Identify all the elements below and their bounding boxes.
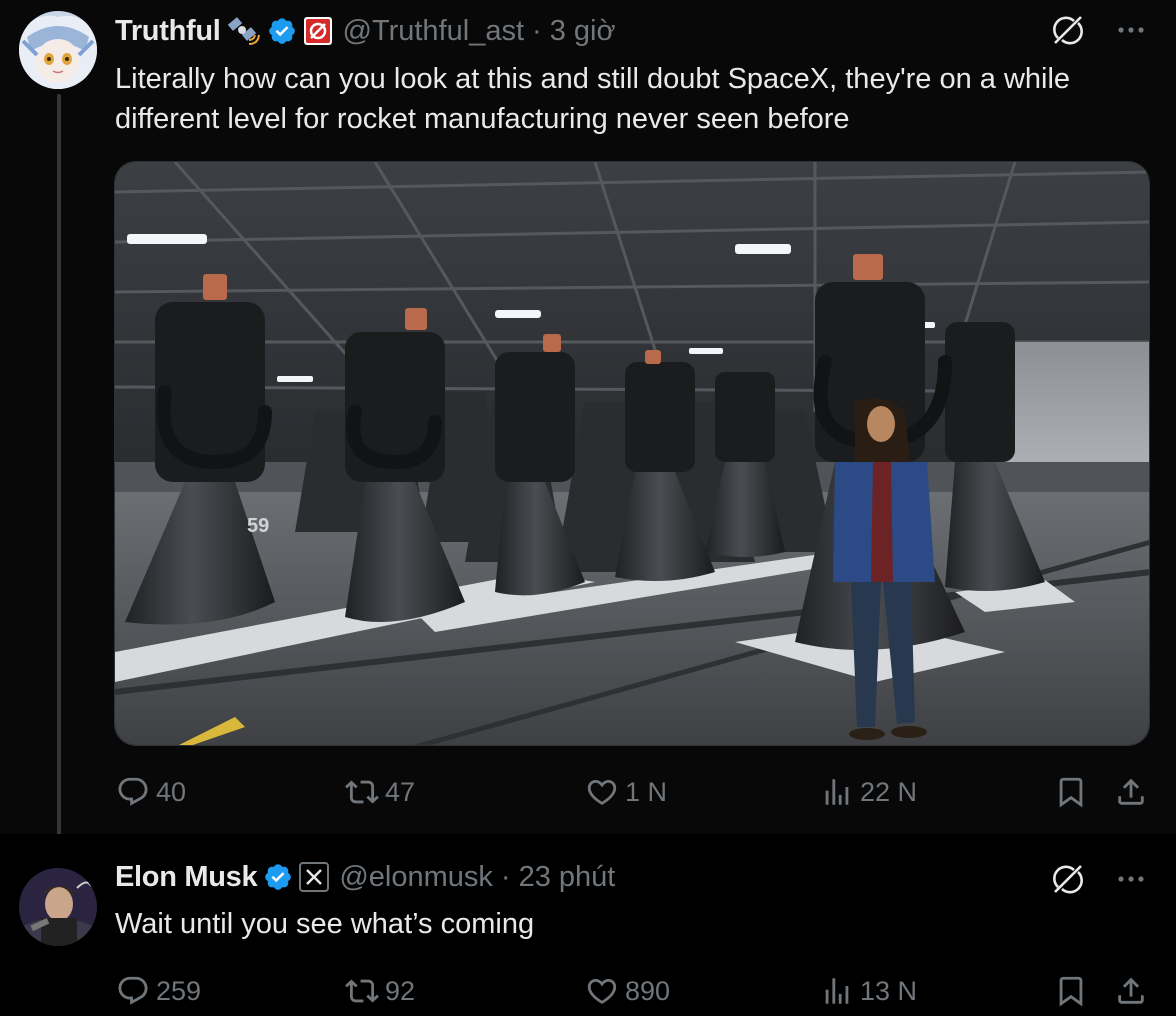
more-dots-icon[interactable] — [1116, 864, 1146, 899]
satellite-emoji-icon — [227, 16, 261, 46]
verified-badge-icon[interactable] — [267, 16, 297, 46]
repost-icon — [345, 775, 379, 809]
like-count: 890 — [625, 975, 671, 1006]
separator-dot: · — [532, 14, 542, 47]
engine-number-label: 59 — [247, 515, 269, 537]
bookmark-icon — [1054, 974, 1088, 1008]
separator-dot: · — [500, 860, 511, 893]
repost-button[interactable]: 47 — [345, 772, 415, 812]
reply-count: 259 — [156, 975, 202, 1006]
verified-badge-icon[interactable] — [263, 862, 293, 892]
reply-tweet[interactable]: Elon Musk @elonmusk · 23 phút Wait until… — [0, 834, 1176, 1016]
views-count: 22 N — [860, 776, 918, 807]
views-icon — [820, 974, 854, 1008]
tweet-media-photo[interactable]: 59 — [114, 161, 1150, 746]
like-icon — [585, 974, 619, 1008]
share-icon — [1114, 974, 1148, 1008]
like-icon — [585, 775, 619, 809]
avatar[interactable] — [19, 868, 97, 946]
tweet-header: Truthful @Truthful_ast · 3 giờ — [115, 11, 615, 51]
grok-icon[interactable] — [1050, 12, 1086, 53]
tweet-top-actions — [1050, 12, 1146, 53]
tweet-header: Elon Musk @elonmusk · 23 phút — [115, 857, 615, 897]
repost-count: 47 — [385, 776, 416, 807]
handle[interactable]: @elonmusk — [339, 861, 493, 894]
reply-icon — [116, 974, 150, 1008]
tweet-text: Literally how can you look at this and s… — [115, 63, 1071, 135]
repost-button[interactable]: 92 — [345, 971, 415, 1011]
tweet-text: Wait until you see what’s coming — [115, 908, 535, 940]
quoted-parent-tweet[interactable]: Truthful @Truthful_ast · 3 giờ Literally… — [0, 0, 1176, 850]
bookmark-button[interactable] — [1054, 971, 1088, 1011]
like-count: 1 N — [625, 776, 668, 807]
x-affiliate-icon[interactable] — [299, 862, 330, 892]
display-name[interactable]: Truthful — [115, 15, 221, 48]
rocket-engines-factory-photo: 59 — [115, 162, 1149, 745]
repost-icon — [345, 974, 379, 1008]
grok-icon[interactable] — [1050, 861, 1086, 902]
views-button[interactable]: 13 N — [820, 971, 917, 1011]
like-button[interactable]: 1 N — [585, 772, 667, 812]
views-button[interactable]: 22 N — [820, 772, 917, 812]
share-button[interactable] — [1114, 971, 1148, 1011]
share-button[interactable] — [1114, 772, 1148, 812]
reply-count: 40 — [156, 776, 187, 807]
bookmark-button[interactable] — [1054, 772, 1088, 812]
views-icon — [820, 775, 854, 809]
tweet-top-actions — [1050, 861, 1146, 902]
bookmark-icon — [1054, 775, 1088, 809]
more-dots-icon[interactable] — [1116, 15, 1146, 50]
share-icon — [1114, 775, 1148, 809]
tweet-action-bar: 259 92 890 13 N — [0, 971, 1176, 1011]
like-button[interactable]: 890 — [585, 971, 670, 1011]
repost-count: 92 — [385, 975, 416, 1006]
thread-connector-line — [57, 94, 61, 850]
reply-icon — [116, 775, 150, 809]
timestamp[interactable]: 23 phút — [519, 861, 616, 894]
display-name[interactable]: Elon Musk — [115, 861, 258, 894]
reply-button[interactable]: 259 — [116, 971, 201, 1011]
handle[interactable]: @Truthful_ast — [343, 15, 525, 48]
reply-button[interactable]: 40 — [116, 772, 186, 812]
red-null-affiliate-icon[interactable] — [303, 16, 333, 46]
avatar[interactable] — [19, 11, 97, 89]
tweet-action-bar: 40 47 1 N 22 N — [0, 772, 1176, 812]
views-count: 13 N — [860, 975, 918, 1006]
timestamp[interactable]: 3 giờ — [550, 15, 616, 48]
